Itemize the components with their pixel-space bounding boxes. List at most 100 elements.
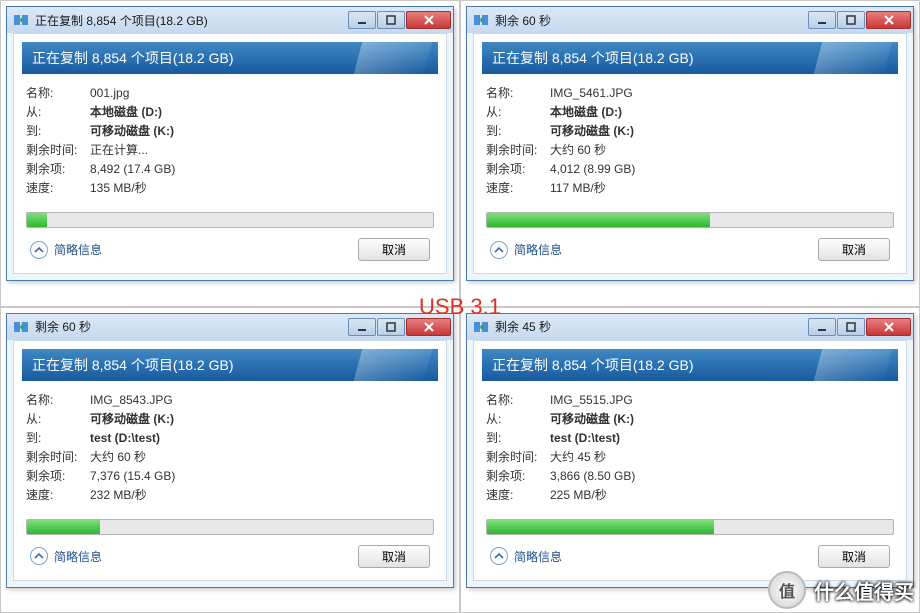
label-timeleft: 剩余时间: (486, 141, 550, 160)
value-name: 001.jpg (90, 84, 129, 103)
copy-dialog: 剩余 60 秒 正在复制 8,854 个项目(18.2 GB) 名称:IMG_8… (6, 313, 454, 588)
dialog-body: 正在复制 8,854 个项目(18.2 GB) 名称:IMG_5515.JPG … (473, 340, 907, 581)
value-to[interactable]: test (D:\test) (550, 429, 620, 448)
window-title: 剩余 45 秒 (495, 318, 807, 335)
maximize-button[interactable] (377, 318, 405, 336)
titlebar[interactable]: 剩余 60 秒 (467, 7, 913, 33)
maximize-button[interactable] (837, 11, 865, 29)
simple-info-toggle[interactable]: 简略信息 (490, 241, 562, 259)
progress-bar (486, 519, 894, 535)
window-icon (13, 319, 29, 335)
value-timeleft: 大约 60 秒 (90, 448, 146, 467)
copy-dialog: 正在复制 8,854 个项目(18.2 GB) 正在复制 8,854 个项目(1… (6, 6, 454, 281)
progress-fill (27, 520, 100, 534)
label-to: 到: (486, 122, 550, 141)
label-name: 名称: (486, 391, 550, 410)
value-timeleft: 大约 45 秒 (550, 448, 606, 467)
minimize-button[interactable] (348, 11, 376, 29)
close-button[interactable] (406, 11, 451, 29)
value-speed: 232 MB/秒 (90, 486, 147, 505)
label-to: 到: (26, 122, 90, 141)
close-button[interactable] (406, 318, 451, 336)
value-timeleft: 正在计算... (90, 141, 148, 160)
copy-dialog: 剩余 60 秒 正在复制 8,854 个项目(18.2 GB) 名称:IMG_5… (466, 6, 914, 281)
value-from[interactable]: 本地磁盘 (D:) (90, 103, 162, 122)
copy-dialog: 剩余 45 秒 正在复制 8,854 个项目(18.2 GB) 名称:IMG_5… (466, 313, 914, 588)
simple-info-label: 简略信息 (54, 241, 102, 258)
label-name: 名称: (26, 391, 90, 410)
close-button[interactable] (866, 318, 911, 336)
value-to[interactable]: 可移动磁盘 (K:) (90, 122, 174, 141)
chevron-up-icon (30, 547, 48, 565)
cancel-button[interactable]: 取消 (358, 238, 430, 261)
value-name: IMG_5461.JPG (550, 84, 633, 103)
label-speed: 速度: (26, 179, 90, 198)
simple-info-toggle[interactable]: 简略信息 (490, 547, 562, 565)
label-itemsleft: 剩余项: (26, 160, 90, 179)
cell-2: 剩余 60 秒 正在复制 8,854 个项目(18.2 GB) 名称:IMG_8… (0, 307, 460, 613)
cancel-button[interactable]: 取消 (818, 545, 890, 568)
window-icon (13, 12, 29, 28)
label-from: 从: (486, 103, 550, 122)
label-to: 到: (486, 429, 550, 448)
label-itemsleft: 剩余项: (26, 467, 90, 486)
minimize-button[interactable] (808, 318, 836, 336)
copy-header: 正在复制 8,854 个项目(18.2 GB) (22, 42, 438, 74)
value-to[interactable]: 可移动磁盘 (K:) (550, 122, 634, 141)
value-itemsleft: 3,866 (8.50 GB) (550, 467, 635, 486)
value-to[interactable]: test (D:\test) (90, 429, 160, 448)
label-from: 从: (26, 410, 90, 429)
label-speed: 速度: (486, 179, 550, 198)
label-timeleft: 剩余时间: (26, 141, 90, 160)
value-speed: 225 MB/秒 (550, 486, 607, 505)
cancel-button[interactable]: 取消 (818, 238, 890, 261)
minimize-button[interactable] (808, 11, 836, 29)
value-from[interactable]: 可移动磁盘 (K:) (550, 410, 634, 429)
value-name: IMG_8543.JPG (90, 391, 173, 410)
label-from: 从: (486, 410, 550, 429)
dialog-body: 正在复制 8,854 个项目(18.2 GB) 名称:001.jpg 从:本地磁… (13, 33, 447, 274)
watermark-badge-icon: 值 (768, 571, 806, 609)
progress-bar (26, 519, 434, 535)
value-from[interactable]: 本地磁盘 (D:) (550, 103, 622, 122)
value-speed: 117 MB/秒 (550, 179, 606, 198)
value-itemsleft: 4,012 (8.99 GB) (550, 160, 635, 179)
simple-info-toggle[interactable]: 简略信息 (30, 547, 102, 565)
value-timeleft: 大约 60 秒 (550, 141, 606, 160)
value-speed: 135 MB/秒 (90, 179, 147, 198)
minimize-button[interactable] (348, 318, 376, 336)
cell-1: 剩余 60 秒 正在复制 8,854 个项目(18.2 GB) 名称:IMG_5… (460, 0, 920, 307)
label-name: 名称: (26, 84, 90, 103)
titlebar[interactable]: 正在复制 8,854 个项目(18.2 GB) (7, 7, 453, 33)
window-icon (473, 12, 489, 28)
progress-fill (27, 213, 47, 227)
label-speed: 速度: (26, 486, 90, 505)
label-from: 从: (26, 103, 90, 122)
progress-fill (487, 213, 710, 227)
titlebar[interactable]: 剩余 45 秒 (467, 314, 913, 340)
cell-0: 正在复制 8,854 个项目(18.2 GB) 正在复制 8,854 个项目(1… (0, 0, 460, 307)
titlebar[interactable]: 剩余 60 秒 (7, 314, 453, 340)
dialog-body: 正在复制 8,854 个项目(18.2 GB) 名称:IMG_8543.JPG … (13, 340, 447, 581)
chevron-up-icon (490, 547, 508, 565)
window-icon (473, 319, 489, 335)
cancel-button[interactable]: 取消 (358, 545, 430, 568)
center-annotation: USB 3.1 (419, 294, 501, 320)
progress-fill (487, 520, 714, 534)
simple-info-label: 简略信息 (514, 241, 562, 258)
simple-info-label: 简略信息 (514, 548, 562, 565)
cell-3: 剩余 45 秒 正在复制 8,854 个项目(18.2 GB) 名称:IMG_5… (460, 307, 920, 613)
maximize-button[interactable] (837, 318, 865, 336)
maximize-button[interactable] (377, 11, 405, 29)
value-from[interactable]: 可移动磁盘 (K:) (90, 410, 174, 429)
simple-info-toggle[interactable]: 简略信息 (30, 241, 102, 259)
label-itemsleft: 剩余项: (486, 160, 550, 179)
progress-bar (486, 212, 894, 228)
label-timeleft: 剩余时间: (486, 448, 550, 467)
dialog-body: 正在复制 8,854 个项目(18.2 GB) 名称:IMG_5461.JPG … (473, 33, 907, 274)
copy-header: 正在复制 8,854 个项目(18.2 GB) (22, 349, 438, 381)
close-button[interactable] (866, 11, 911, 29)
label-speed: 速度: (486, 486, 550, 505)
label-timeleft: 剩余时间: (26, 448, 90, 467)
copy-header: 正在复制 8,854 个项目(18.2 GB) (482, 349, 898, 381)
